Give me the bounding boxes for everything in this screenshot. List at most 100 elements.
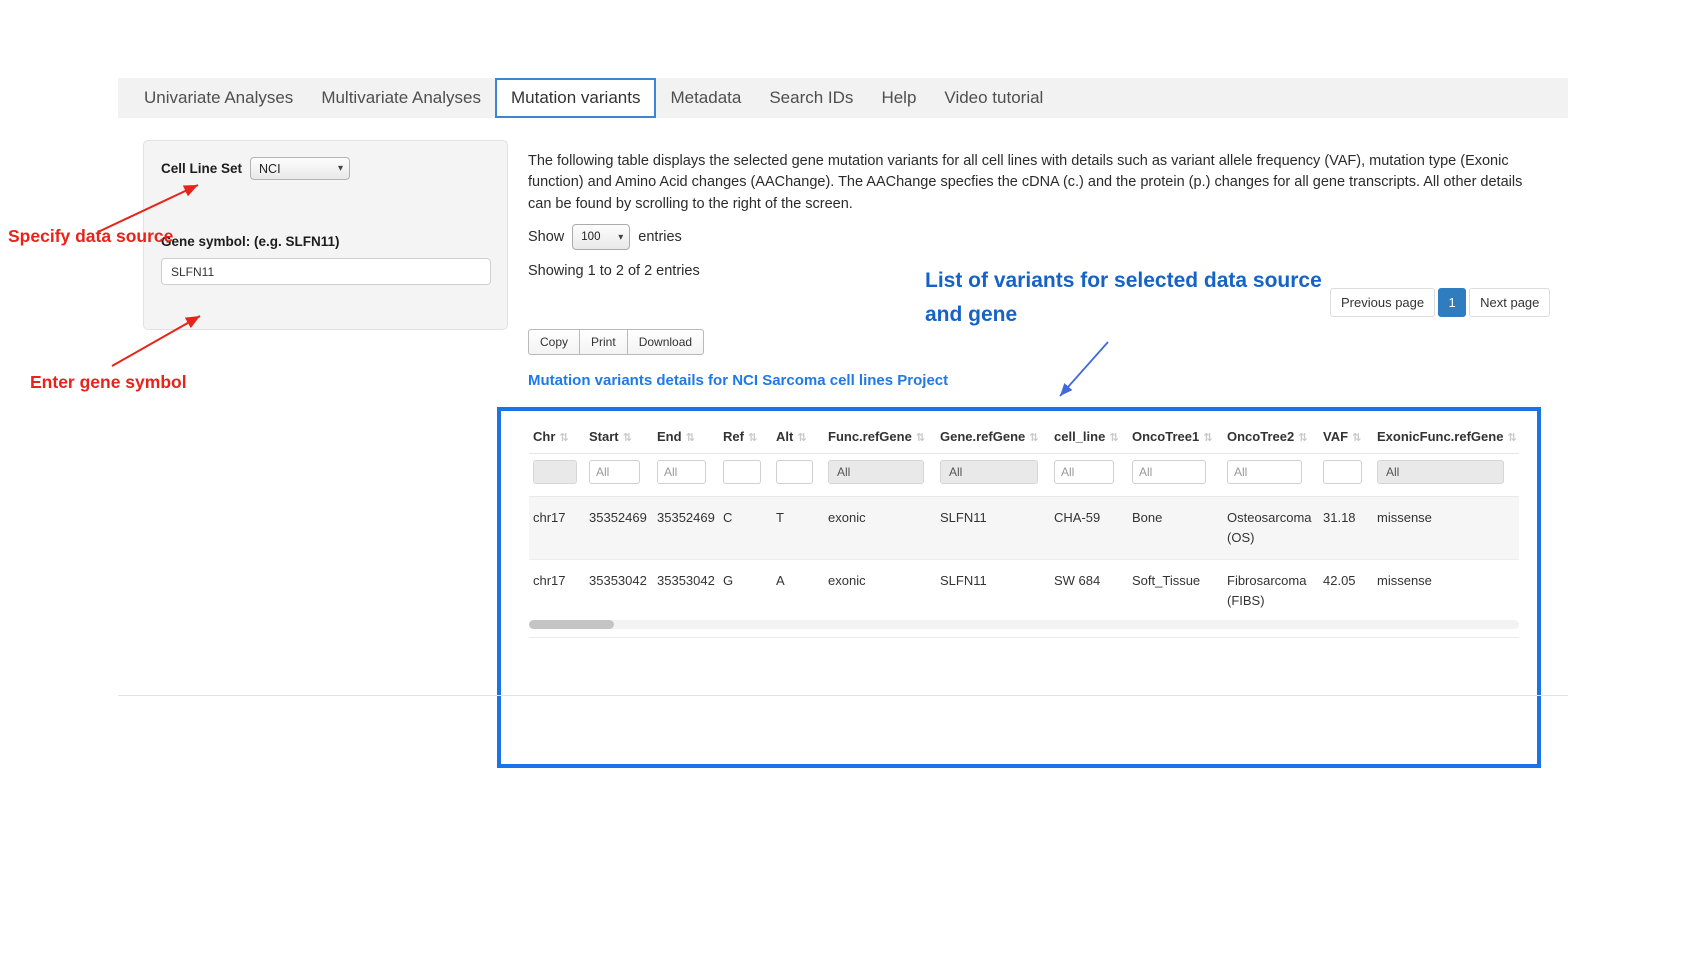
table-cell: 31.18	[1319, 497, 1373, 560]
cell-line-set-select[interactable]: NCI ▾	[250, 157, 350, 180]
tab-mutation-variants[interactable]: Mutation variants	[495, 78, 656, 118]
variants-table-container: Chr⇅Start⇅End⇅Ref⇅Alt⇅Func.refGene⇅Gene.…	[497, 407, 1541, 768]
sort-icon[interactable]: ⇅	[559, 432, 568, 444]
sort-icon[interactable]: ⇅	[686, 432, 695, 444]
chevron-down-icon: ▾	[338, 163, 343, 174]
sort-icon[interactable]: ⇅	[797, 432, 806, 444]
scrollbar-thumb[interactable]	[529, 620, 614, 629]
table-cell: G	[719, 560, 772, 623]
tab-metadata[interactable]: Metadata	[656, 78, 755, 118]
tab-help[interactable]: Help	[867, 78, 930, 118]
table-bottom-border	[529, 637, 1519, 638]
sort-icon[interactable]: ⇅	[1298, 432, 1307, 444]
table-cell: Bone	[1128, 497, 1223, 560]
column-header-start[interactable]: Start⇅	[585, 417, 653, 454]
previous-page-button[interactable]: Previous page	[1330, 288, 1435, 317]
tab-video-tutorial[interactable]: Video tutorial	[930, 78, 1057, 118]
filter-func-refgene[interactable]: All	[828, 460, 924, 484]
sort-icon[interactable]: ⇅	[1352, 432, 1361, 444]
sort-icon[interactable]: ⇅	[623, 432, 632, 444]
sort-icon[interactable]: ⇅	[1029, 432, 1038, 444]
table-row: chr173535246935352469CTexonicSLFN11CHA-5…	[529, 497, 1519, 560]
chevron-down-icon: ▾	[618, 232, 623, 243]
filter-start[interactable]	[589, 460, 640, 484]
table-cell: SLFN11	[936, 560, 1050, 623]
column-header-vaf[interactable]: VAF⇅	[1319, 417, 1373, 454]
nav-tabs: Univariate AnalysesMultivariate Analyses…	[130, 78, 1057, 118]
main-nav: Univariate AnalysesMultivariate Analyses…	[118, 78, 1568, 118]
page-length-select[interactable]: 100 ▾	[572, 224, 630, 250]
table-caption: Mutation variants details for NCI Sarcom…	[528, 372, 948, 389]
table-cell: T	[772, 497, 824, 560]
page-length-control: Show 100 ▾ entries	[528, 224, 682, 250]
copy-button[interactable]: Copy	[528, 329, 580, 355]
current-page-button[interactable]: 1	[1438, 288, 1466, 317]
filter-exonicfunc-refgene[interactable]: All	[1377, 460, 1504, 484]
filter-ref[interactable]	[723, 460, 761, 484]
page-length-value: 100	[581, 231, 600, 243]
filter-gene-refgene[interactable]: All	[940, 460, 1038, 484]
tab-multivariate-analyses[interactable]: Multivariate Analyses	[307, 78, 495, 118]
table-cell: 35352469	[653, 497, 719, 560]
sort-icon[interactable]: ⇅	[1203, 432, 1212, 444]
sort-icon[interactable]: ⇅	[1109, 432, 1118, 444]
header-row: Chr⇅Start⇅End⇅Ref⇅Alt⇅Func.refGene⇅Gene.…	[529, 417, 1519, 454]
column-header-ref[interactable]: Ref⇅	[719, 417, 772, 454]
tab-univariate-analyses[interactable]: Univariate Analyses	[130, 78, 307, 118]
cell-line-set-value: NCI	[259, 162, 281, 176]
annotation-specify-data-source: Specify data source	[8, 226, 173, 247]
column-header-func-refgene[interactable]: Func.refGene⇅	[824, 417, 936, 454]
next-page-button[interactable]: Next page	[1469, 288, 1550, 317]
table-cell: Soft_Tissue	[1128, 560, 1223, 623]
horizontal-scrollbar[interactable]	[529, 620, 1519, 629]
table-cell: CHA-59	[1050, 497, 1128, 560]
column-header-gene-refgene[interactable]: Gene.refGene⇅	[936, 417, 1050, 454]
table-body: chr173535246935352469CTexonicSLFN11CHA-5…	[529, 497, 1519, 624]
filter-oncotree2[interactable]	[1227, 460, 1302, 484]
table-cell: chr17	[529, 560, 585, 623]
filter-oncotree1[interactable]	[1132, 460, 1206, 484]
table-cell: exonic	[824, 560, 936, 623]
filter-cell-line[interactable]	[1054, 460, 1114, 484]
entries-label: entries	[638, 229, 682, 245]
table-cell: A	[772, 560, 824, 623]
column-header-cell-line[interactable]: cell_line⇅	[1050, 417, 1128, 454]
filter-chr[interactable]	[533, 460, 577, 484]
table-cell: exonic	[824, 497, 936, 560]
variants-table-wrap: Chr⇅Start⇅End⇅Ref⇅Alt⇅Func.refGene⇅Gene.…	[529, 417, 1521, 624]
column-header-alt[interactable]: Alt⇅	[772, 417, 824, 454]
download-button[interactable]: Download	[627, 329, 704, 355]
table-cell: SW 684	[1050, 560, 1128, 623]
list-of-variants-arrow	[1060, 342, 1108, 396]
table-description: The following table displays the selecte…	[528, 151, 1526, 216]
page: Univariate AnalysesMultivariate Analyses…	[0, 0, 1700, 956]
tab-search-ids[interactable]: Search IDs	[755, 78, 867, 118]
gene-symbol-input[interactable]	[161, 258, 491, 285]
table-cell: SLFN11	[936, 497, 1050, 560]
table-cell: Fibrosarcoma (FIBS)	[1223, 560, 1319, 623]
variants-table: Chr⇅Start⇅End⇅Ref⇅Alt⇅Func.refGene⇅Gene.…	[529, 417, 1519, 624]
annotation-list-of-variants: List of variants for selected data sourc…	[925, 264, 1325, 332]
column-header-exonicfunc-refgene[interactable]: ExonicFunc.refGene⇅	[1373, 417, 1519, 454]
filter-vaf[interactable]	[1323, 460, 1362, 484]
sort-icon[interactable]: ⇅	[1507, 432, 1516, 444]
table-cell: chr17	[529, 497, 585, 560]
table-cell: 35352469	[585, 497, 653, 560]
filter-end[interactable]	[657, 460, 706, 484]
column-header-end[interactable]: End⇅	[653, 417, 719, 454]
table-cell: 35353042	[653, 560, 719, 623]
table-cell: 42.05	[1319, 560, 1373, 623]
filter-alt[interactable]	[776, 460, 813, 484]
print-button[interactable]: Print	[579, 329, 628, 355]
pagination: Previous page 1 Next page	[1330, 288, 1550, 317]
table-cell: missense	[1373, 560, 1519, 623]
column-header-chr[interactable]: Chr⇅	[529, 417, 585, 454]
filter-row: All All All	[529, 454, 1519, 497]
sort-icon[interactable]: ⇅	[748, 432, 757, 444]
table-cell: missense	[1373, 497, 1519, 560]
column-header-oncotree1[interactable]: OncoTree1⇅	[1128, 417, 1223, 454]
table-row: chr173535304235353042GAexonicSLFN11SW 68…	[529, 560, 1519, 623]
column-header-oncotree2[interactable]: OncoTree2⇅	[1223, 417, 1319, 454]
gene-symbol-label: Gene symbol: (e.g. SLFN11)	[161, 234, 490, 249]
sort-icon[interactable]: ⇅	[916, 432, 925, 444]
